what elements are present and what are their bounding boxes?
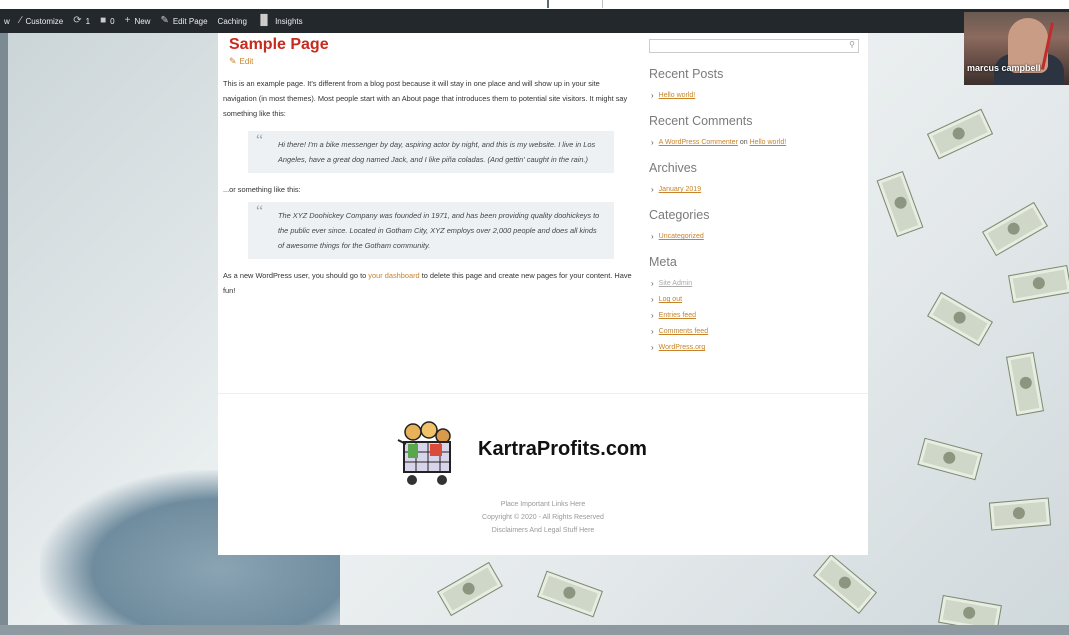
top-strip bbox=[0, 0, 1069, 9]
outro-paragraph: As a new WordPress user, you should go t… bbox=[223, 268, 633, 298]
blockquote-text: Hi there! I'm a bike messenger by day, a… bbox=[278, 140, 596, 164]
chevron-right-icon: › bbox=[651, 279, 654, 288]
wp-admin-bar: w ∕ Customize ⟳ 1 ■ 0 + New ✎ Edit Page … bbox=[0, 9, 1069, 33]
archive-link[interactable]: January 2019 bbox=[659, 186, 701, 193]
meta-link-entries-feed[interactable]: Entries feed bbox=[659, 312, 696, 319]
chevron-right-icon: › bbox=[651, 232, 654, 241]
admin-bar-item-insights[interactable]: ▐▌ Insights bbox=[257, 16, 303, 26]
admin-bar-label: 0 bbox=[110, 16, 115, 26]
admin-bar-item-updates[interactable]: ⟳ 1 bbox=[73, 16, 90, 26]
recent-comments-title: Recent Comments bbox=[649, 114, 753, 128]
comment-post-link[interactable]: Hello world! bbox=[750, 139, 787, 146]
tab-indicator bbox=[547, 0, 549, 8]
footer-line: Copyright © 2020 - All Rights Reserved bbox=[482, 514, 604, 521]
blockquote-text: The XYZ Doohickey Company was founded in… bbox=[278, 211, 600, 250]
admin-bar-item-site[interactable]: w bbox=[4, 17, 10, 26]
edit-link[interactable]: ✎ Edit bbox=[229, 56, 633, 67]
footer-links: Place Important Links Here Copyright © 2… bbox=[218, 498, 868, 537]
recent-posts-title: Recent Posts bbox=[649, 67, 724, 81]
list-item: › A WordPress Commenter on Hello world! bbox=[651, 138, 859, 147]
meta-link-comments-feed[interactable]: Comments feed bbox=[659, 328, 708, 335]
window-frame-bottom bbox=[0, 625, 1069, 635]
admin-bar-label: Caching bbox=[217, 16, 247, 26]
chevron-right-icon: › bbox=[651, 185, 654, 194]
list-item: › Comments feed bbox=[651, 327, 859, 336]
webcam-overlay: marcus campbell bbox=[964, 12, 1069, 85]
shopping-cart-logo-icon bbox=[397, 421, 451, 485]
outro-text: As a new WordPress user, you should go t… bbox=[223, 271, 369, 280]
chevron-right-icon: › bbox=[651, 138, 654, 147]
admin-bar-item-new[interactable]: + New bbox=[125, 16, 151, 26]
comment-on-text: on bbox=[739, 139, 748, 146]
list-item: › Site Admin bbox=[651, 279, 859, 288]
chevron-right-icon: › bbox=[651, 91, 654, 100]
comment-author-link[interactable]: A WordPress Commenter bbox=[659, 139, 738, 146]
admin-bar-label: Insights bbox=[275, 16, 303, 26]
comment-icon: ■ bbox=[100, 15, 107, 26]
list-item: › WordPress.org bbox=[651, 343, 859, 352]
brand-name: KartraProfits.com bbox=[478, 438, 647, 460]
or-line: ...or something like this: bbox=[223, 185, 301, 194]
list-item: › January 2019 bbox=[651, 185, 859, 194]
category-link[interactable]: Uncategorized bbox=[659, 233, 704, 240]
pencil-icon: ✎ bbox=[160, 15, 169, 26]
admin-bar-label: w bbox=[4, 16, 10, 26]
meta-list: › Site Admin › Log out › Entries feed › Comm… bbox=[649, 279, 859, 352]
page-content: Sample Page ✎ Edit This is an example pa… bbox=[223, 36, 633, 298]
sidebar: ⚲ Recent Posts › Hello world! Recent Comm… bbox=[649, 39, 859, 359]
archives-title: Archives bbox=[649, 161, 697, 175]
recent-posts-list: › Hello world! bbox=[649, 91, 859, 100]
dashboard-link[interactable]: your dashboard bbox=[368, 271, 419, 280]
webcam-participant-name: marcus campbell bbox=[967, 63, 1041, 73]
updates-icon: ⟳ bbox=[73, 15, 82, 26]
categories-title: Categories bbox=[649, 208, 710, 222]
admin-bar-label: Customize bbox=[25, 16, 64, 26]
site-footer: KartraProfits.com Place Important Links … bbox=[218, 393, 868, 556]
admin-bar-label: New bbox=[134, 16, 151, 26]
tab-divider bbox=[602, 0, 603, 8]
bar-chart-icon: ▐▌ bbox=[256, 15, 272, 26]
page-container: Sample Page ✎ Edit This is an example pa… bbox=[218, 33, 868, 555]
money-bill-image bbox=[988, 497, 1052, 531]
archives-list: › January 2019 bbox=[649, 185, 859, 194]
admin-bar-item-caching[interactable]: Caching bbox=[218, 17, 247, 26]
chevron-right-icon: › bbox=[651, 295, 654, 304]
meta-link-log-out[interactable]: Log out bbox=[659, 296, 682, 303]
brush-icon: ∕ bbox=[19, 15, 22, 26]
list-item: › Entries feed bbox=[651, 311, 859, 320]
edit-link-label: Edit bbox=[239, 57, 254, 66]
search-input[interactable]: ⚲ bbox=[649, 39, 859, 53]
admin-bar-item-comments[interactable]: ■ 0 bbox=[100, 16, 115, 26]
chevron-right-icon: › bbox=[651, 327, 654, 336]
admin-bar-item-edit-page[interactable]: ✎ Edit Page bbox=[160, 16, 207, 26]
chevron-right-icon: › bbox=[651, 311, 654, 320]
recent-comments-list: › A WordPress Commenter on Hello world! bbox=[649, 138, 859, 147]
categories-list: › Uncategorized bbox=[649, 232, 859, 241]
meta-title: Meta bbox=[649, 255, 677, 269]
blockquote: “ The XYZ Doohickey Company was founded … bbox=[248, 202, 614, 259]
blockquote: “ Hi there! I'm a bike messenger by day,… bbox=[248, 131, 614, 173]
meta-link-site-admin[interactable]: Site Admin bbox=[659, 280, 692, 287]
intro-paragraph: This is an example page. It's different … bbox=[223, 79, 628, 118]
recent-post-link[interactable]: Hello world! bbox=[659, 92, 696, 99]
list-item: › Uncategorized bbox=[651, 232, 859, 241]
footer-line[interactable]: Disclaimers And Legal Stuff Here bbox=[218, 524, 868, 537]
admin-bar-item-customize[interactable]: ∕ Customize bbox=[20, 16, 63, 26]
admin-bar-label: Edit Page bbox=[172, 16, 208, 26]
page-title: Sample Page bbox=[229, 36, 329, 53]
list-item: › Hello world! bbox=[651, 91, 859, 100]
list-item: › Log out bbox=[651, 295, 859, 304]
footer-line[interactable]: Place Important Links Here bbox=[218, 498, 868, 511]
quote-icon: “ bbox=[256, 132, 264, 149]
window-frame-left bbox=[0, 0, 8, 635]
search-icon: ⚲ bbox=[849, 40, 855, 49]
admin-bar-label: 1 bbox=[85, 16, 91, 26]
plus-icon: + bbox=[124, 15, 131, 26]
meta-link-wordpress-org[interactable]: WordPress.org bbox=[659, 344, 706, 351]
chevron-right-icon: › bbox=[651, 343, 654, 352]
quote-icon: “ bbox=[256, 203, 264, 220]
pencil-icon: ✎ bbox=[229, 56, 237, 66]
